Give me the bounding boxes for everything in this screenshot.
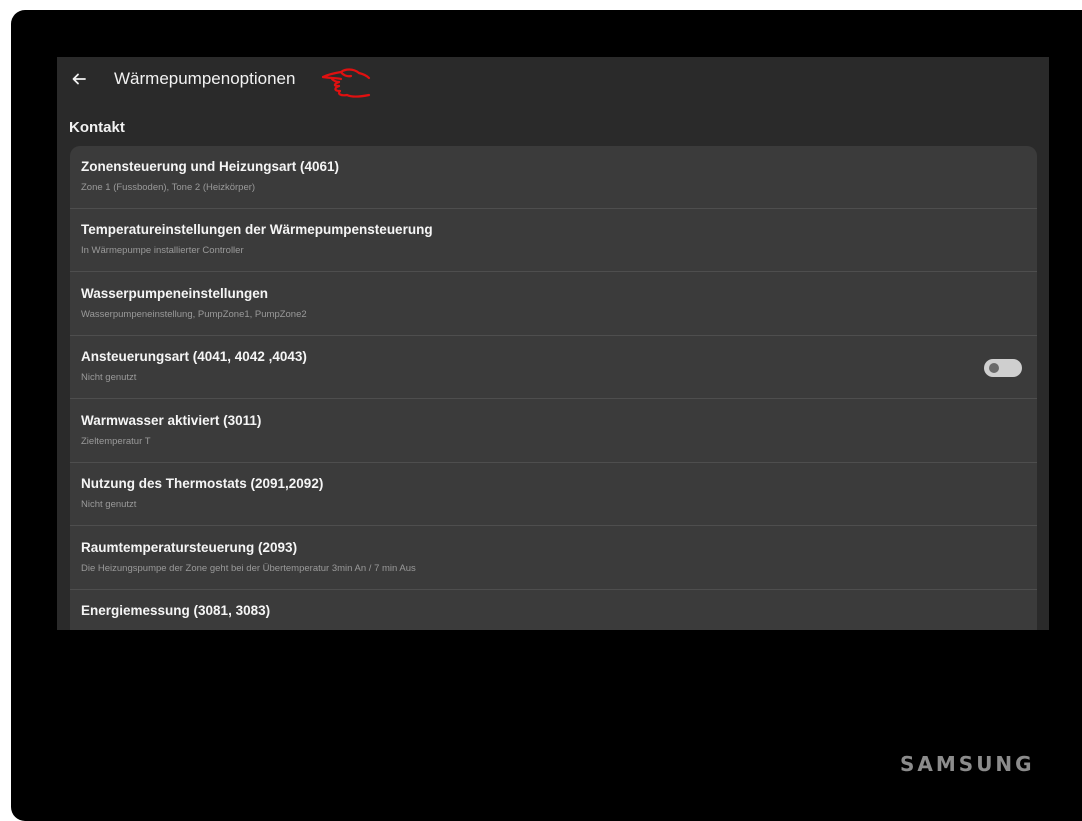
- list-item-subtitle: Zieltemperatur T: [81, 436, 151, 447]
- list-item-subtitle: Nicht genutzt: [81, 499, 137, 510]
- list-item-title: Ansteuerungsart (4041, 4042 ,4043): [81, 349, 307, 364]
- list-item-title: Wasserpumpeneinstellungen: [81, 286, 269, 301]
- page-title: Wärmepumpenoptionen: [114, 69, 296, 88]
- list-item-control-type[interactable]: Ansteuerungsart (4041, 4042 ,4043) Nicht…: [70, 336, 1037, 399]
- list-item-subtitle: Wasserpumpeneinstellung, PumpZone1, Pump…: [81, 309, 307, 320]
- list-item-subtitle: Die Heizungspumpe der Zone geht bei der …: [81, 563, 416, 574]
- list-item-water-pump-settings[interactable]: Wasserpumpeneinstellungen Wasserpumpenei…: [70, 273, 1037, 336]
- settings-list: Zonensteuerung und Heizungsart (4061) Zo…: [70, 146, 1037, 630]
- list-item-title: Warmwasser aktiviert (3011): [81, 413, 262, 428]
- list-item-subtitle: Zone 1 (Fussboden), Tone 2 (Heizkörper): [81, 182, 256, 193]
- list-item-temperature-settings[interactable]: Temperatureinstellungen der Wärmepumpens…: [70, 209, 1037, 272]
- toggle-knob: [989, 363, 999, 373]
- pointing-hand-annotation-icon: [321, 68, 371, 98]
- list-item-title: Temperatureinstellungen der Wärmepumpens…: [81, 222, 433, 237]
- list-item-title: Nutzung des Thermostats (2091,2092): [81, 476, 324, 491]
- list-item-hot-water[interactable]: Warmwasser aktiviert (3011) Zieltemperat…: [70, 400, 1037, 463]
- list-item-energy-metering[interactable]: Energiemessung (3081, 3083): [70, 590, 1037, 630]
- app-screen: Wärmepumpenoptionen Kontakt Zonensteueru…: [57, 57, 1049, 630]
- list-item-subtitle: In Wärmepumpe installierter Controller: [81, 245, 244, 256]
- back-button[interactable]: [67, 67, 91, 91]
- list-item-zone-control[interactable]: Zonensteuerung und Heizungsart (4061) Zo…: [70, 146, 1037, 209]
- control-type-toggle[interactable]: [984, 359, 1022, 377]
- arrow-left-icon: [72, 73, 86, 85]
- section-header: Kontakt: [69, 119, 125, 136]
- list-item-room-temperature[interactable]: Raumtemperatursteuerung (2093) Die Heizu…: [70, 527, 1037, 590]
- top-app-bar: Wärmepumpenoptionen: [57, 57, 1049, 101]
- samsung-logo: SAMSUNG: [900, 752, 1035, 776]
- list-item-title: Raumtemperatursteuerung (2093): [81, 540, 298, 555]
- list-item-title: Energiemessung (3081, 3083): [81, 603, 271, 618]
- list-item-subtitle: Nicht genutzt: [81, 372, 137, 383]
- list-item-thermostat[interactable]: Nutzung des Thermostats (2091,2092) Nich…: [70, 463, 1037, 526]
- list-item-title: Zonensteuerung und Heizungsart (4061): [81, 159, 340, 174]
